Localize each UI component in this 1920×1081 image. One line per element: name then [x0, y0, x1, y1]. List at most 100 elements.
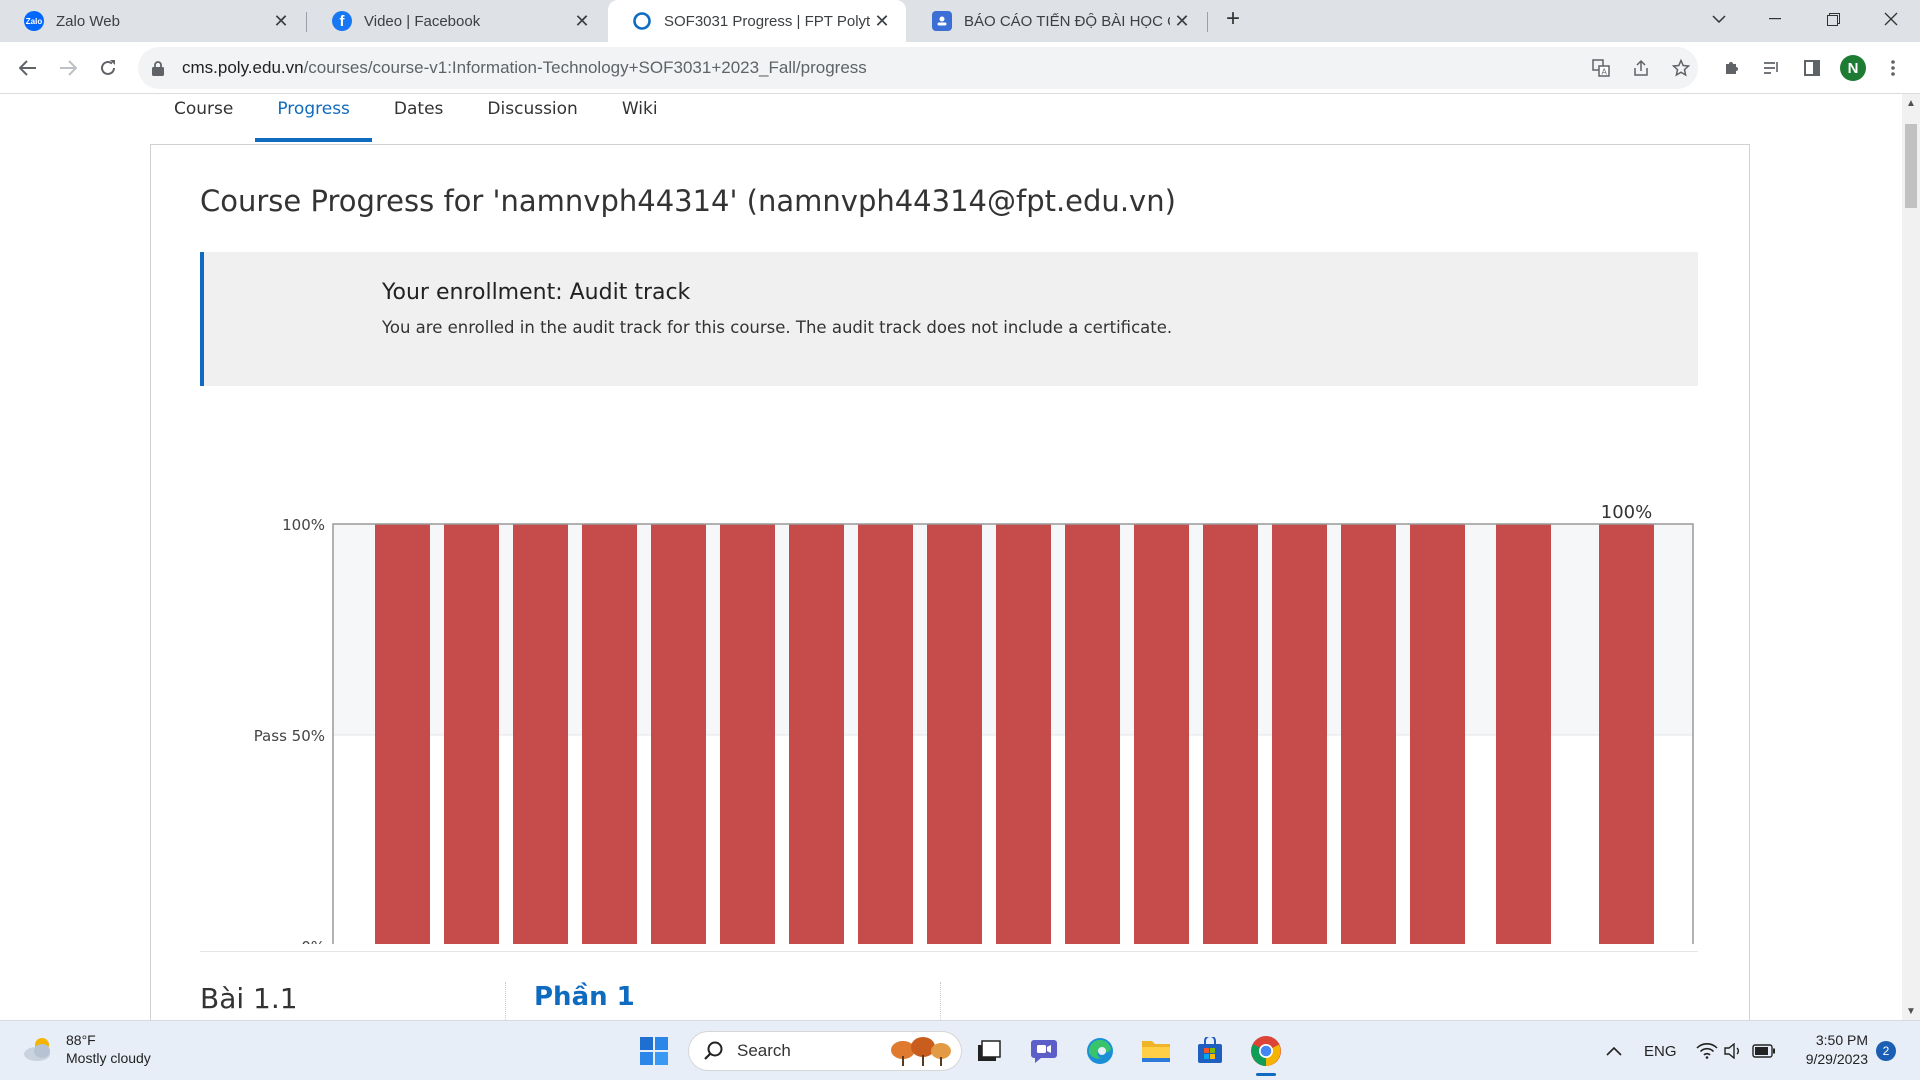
tab-divider	[1207, 12, 1208, 32]
grade-bar	[789, 524, 844, 944]
menu-kebab-icon[interactable]	[1880, 55, 1906, 81]
grade-bar	[375, 524, 430, 944]
grade-bar	[513, 524, 568, 944]
active-app-indicator	[1256, 1073, 1276, 1076]
file-explorer-icon[interactable]	[1138, 1033, 1174, 1069]
close-icon[interactable]: ✕	[870, 9, 894, 33]
close-icon[interactable]: ✕	[269, 9, 293, 33]
temperature: 88°F	[66, 1032, 96, 1048]
y-tick-label: 100%	[282, 516, 325, 534]
column-divider	[940, 982, 942, 1020]
subsection-link[interactable]: Phần 1	[534, 982, 635, 1012]
notification-badge[interactable]: 2	[1876, 1041, 1896, 1061]
grade-bar	[1341, 524, 1396, 944]
show-hidden-icons-icon[interactable]	[1606, 1021, 1622, 1081]
close-icon[interactable]: ✕	[1170, 9, 1194, 33]
tab-search-icon[interactable]	[1696, 0, 1742, 38]
enrollment-title: Your enrollment: Audit track	[382, 280, 691, 305]
y-tick-label: Pass 50%	[254, 727, 325, 745]
microsoft-store-icon[interactable]	[1192, 1033, 1228, 1069]
tab-wiki[interactable]: Wiki	[600, 94, 680, 142]
tab-sof3031-progress[interactable]: SOF3031 Progress | FPT Polytech ✕	[608, 0, 906, 42]
tab-dates[interactable]: Dates	[372, 94, 466, 142]
share-icon[interactable]	[1628, 55, 1654, 81]
svg-text:A: A	[1602, 68, 1608, 77]
clock-time: 3:50 PM	[1815, 1032, 1868, 1048]
forms-icon	[932, 11, 952, 31]
restore-button[interactable]	[1810, 0, 1856, 38]
minimize-button[interactable]	[1752, 0, 1798, 38]
chrome-icon[interactable]	[1248, 1033, 1284, 1076]
grade-bar	[1272, 524, 1327, 944]
grade-bar	[1410, 524, 1465, 944]
lock-icon[interactable]	[150, 60, 166, 76]
grade-bar	[996, 524, 1051, 944]
scroll-up-arrow-icon[interactable]: ▲	[1902, 94, 1920, 112]
edge-browser-icon[interactable]	[1082, 1033, 1118, 1069]
url-text[interactable]: cms.poly.edu.vn/courses/course-v1:Inform…	[182, 58, 867, 78]
tab-zalo[interactable]: Zalo Zalo Web ✕	[0, 0, 305, 42]
address-bar[interactable]: cms.poly.edu.vn/courses/course-v1:Inform…	[138, 47, 1698, 89]
section-divider	[200, 951, 1698, 952]
tab-course[interactable]: Course	[152, 94, 255, 142]
weather-status: Mostly cloudy	[66, 1050, 151, 1066]
grade-bar	[1599, 524, 1654, 944]
grade-bar	[444, 524, 499, 944]
translate-icon[interactable]: A	[1588, 55, 1614, 81]
clock-date: 9/29/2023	[1805, 1051, 1868, 1067]
tab-bao-cao[interactable]: BÁO CÁO TIẾN ĐỘ BÀI HỌC ON ✕	[908, 0, 1206, 42]
side-panel-icon[interactable]	[1799, 55, 1825, 81]
browser-tab-strip: Zalo Zalo Web ✕ f Video | Facebook ✕ SOF…	[0, 0, 1920, 42]
system-clock[interactable]: 3:50 PM 9/29/2023	[1780, 1031, 1868, 1069]
teams-chat-icon[interactable]	[1026, 1033, 1062, 1069]
openedx-icon	[632, 11, 652, 31]
tab-progress[interactable]: Progress	[255, 94, 372, 142]
close-window-button[interactable]	[1868, 0, 1914, 38]
enrollment-message: Your enrollment: Audit track You are enr…	[200, 252, 1698, 386]
enrollment-description: You are enrolled in the audit track for …	[382, 318, 1173, 337]
url-host: cms.poly.edu.vn	[182, 58, 304, 77]
tab-facebook[interactable]: f Video | Facebook ✕	[308, 0, 606, 42]
tab-title: SOF3031 Progress | FPT Polytech	[664, 12, 870, 30]
url-path: /courses/course-v1:Information-Technolog…	[303, 58, 867, 77]
column-divider	[505, 982, 507, 1020]
reading-list-icon[interactable]	[1759, 55, 1785, 81]
scrollbar-thumb[interactable]	[1905, 124, 1917, 208]
cloudy-weather-icon	[24, 1038, 50, 1061]
tab-title: BÁO CÁO TIẾN ĐỘ BÀI HỌC ON	[964, 12, 1170, 30]
bookmark-star-icon[interactable]	[1668, 55, 1694, 81]
grade-chart: Quiz 01Quiz 02Quiz 03Quiz 04Quiz 05Quiz …	[254, 502, 1694, 944]
windows-taskbar: 88°F Mostly cloudy Search ENG 3:50 PM 9/…	[0, 1020, 1920, 1080]
new-tab-button[interactable]: +	[1210, 0, 1256, 38]
course-tabs: Course Progress Dates Discussion Wiki	[152, 94, 680, 144]
taskbar-search[interactable]: Search	[688, 1031, 962, 1071]
grade-bar	[858, 524, 913, 944]
wifi-icon[interactable]	[1696, 1021, 1718, 1081]
weather-widget[interactable]: 88°F Mostly cloudy	[22, 1031, 151, 1067]
grade-bar	[720, 524, 775, 944]
page-title: Course Progress for 'namnvph44314' (namn…	[200, 184, 1176, 218]
forward-button[interactable]	[52, 52, 84, 84]
page-content: Course Progress Dates Discussion Wiki Co…	[0, 94, 1902, 1020]
search-highlight-trees-icon	[891, 1037, 951, 1066]
task-view-icon[interactable]	[970, 1033, 1006, 1069]
grade-bar	[927, 524, 982, 944]
volume-icon[interactable]	[1724, 1021, 1744, 1081]
scroll-down-arrow-icon[interactable]: ▼	[1902, 1002, 1920, 1020]
page-scrollbar[interactable]: ▲ ▼	[1902, 94, 1920, 1020]
back-button[interactable]	[12, 52, 44, 84]
language-indicator[interactable]: ENG	[1644, 1021, 1677, 1081]
profile-avatar[interactable]: N	[1840, 55, 1866, 81]
tab-discussion[interactable]: Discussion	[465, 94, 599, 142]
reload-button[interactable]	[92, 52, 124, 84]
battery-icon[interactable]	[1752, 1021, 1776, 1081]
chapter-title: Bài 1.1	[200, 982, 298, 1015]
grade-bar	[651, 524, 706, 944]
close-icon[interactable]: ✕	[570, 9, 594, 33]
total-grade-label: 100%	[1601, 502, 1652, 523]
browser-toolbar: cms.poly.edu.vn/courses/course-v1:Inform…	[0, 42, 1920, 94]
extensions-icon[interactable]	[1719, 55, 1745, 81]
grade-bar	[1203, 524, 1258, 944]
windows-start-icon[interactable]	[636, 1033, 672, 1069]
grade-bar	[1134, 524, 1189, 944]
